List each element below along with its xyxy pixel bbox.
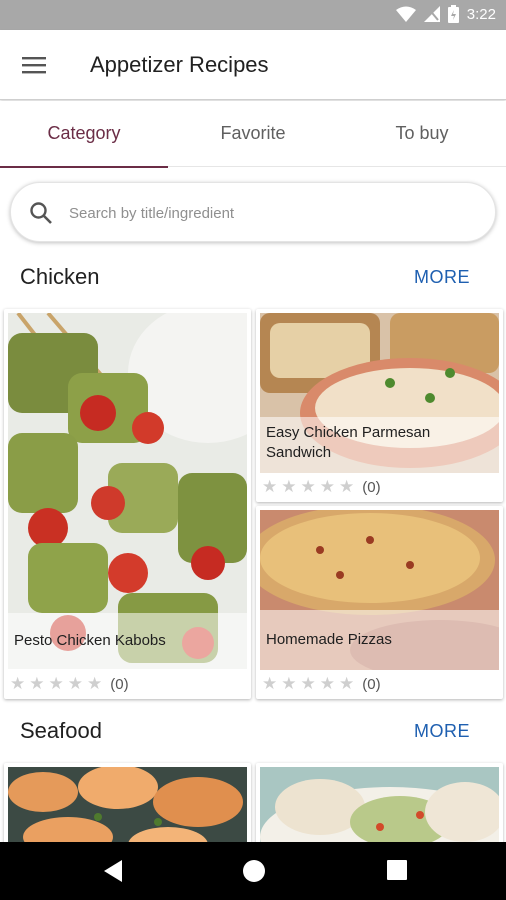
tab-category-label: Category [47, 123, 121, 143]
star-icon: ★ [10, 674, 26, 693]
star-icon: ★ [48, 674, 64, 693]
star-icon: ★ [29, 674, 45, 693]
search-icon [30, 202, 52, 224]
recipe-image-pesto-chicken-kabobs: Pesto Chicken Kabobs [8, 313, 247, 669]
star-icon: ★ [262, 674, 278, 693]
recipe-label-band: Pesto Chicken Kabobs [8, 613, 247, 669]
search-bar[interactable] [10, 182, 496, 242]
recipe-card-seafood-2[interactable] [256, 763, 503, 853]
recipe-card-easy-chicken-parmesan-sandwich[interactable]: Easy Chicken Parmesan Sandwich ★ ★ ★ ★ ★… [256, 309, 503, 502]
tab-favorite-label: Favorite [220, 123, 286, 143]
rating-count: (0) [362, 478, 381, 496]
signal-icon [423, 6, 440, 22]
tab-category[interactable]: Category [0, 101, 168, 168]
app-bar: Appetizer Recipes [0, 30, 506, 100]
recipe-card-seafood-1[interactable] [4, 763, 251, 853]
star-icon: ★ [300, 477, 316, 496]
star-icon: ★ [281, 674, 297, 693]
recipe-label-band: Homemade Pizzas [260, 610, 499, 670]
search-input[interactable] [69, 193, 469, 233]
star-icon: ★ [87, 674, 103, 693]
star-icon: ★ [67, 674, 83, 693]
recipe-image-shrimp [8, 767, 247, 853]
system-navigation-bar [0, 842, 506, 900]
rating-row: ★ ★ ★ ★ ★ (0) [262, 673, 381, 695]
recipe-card-homemade-pizzas[interactable]: Homemade Pizzas ★ ★ ★ ★ ★ (0) [256, 506, 503, 699]
recipe-image-homemade-pizzas: Homemade Pizzas [260, 510, 499, 670]
recipe-title: Easy Chicken Parmesan Sandwich [266, 424, 431, 461]
star-icon: ★ [300, 674, 316, 693]
tab-favorite[interactable]: Favorite [169, 101, 337, 167]
star-icon: ★ [281, 477, 297, 496]
recipe-card-pesto-chicken-kabobs[interactable]: Pesto Chicken Kabobs ★ ★ ★ ★ ★ (0) [4, 309, 251, 699]
section-title-seafood: Seafood [20, 718, 102, 743]
battery-icon [447, 5, 459, 23]
hamburger-menu-icon[interactable] [22, 54, 48, 76]
recipe-title: Pesto Chicken Kabobs [14, 632, 166, 649]
star-icon: ★ [262, 477, 278, 496]
tab-to-buy[interactable]: To buy [338, 101, 506, 167]
recents-icon[interactable] [386, 859, 408, 881]
recipe-image-seafood-dish [260, 767, 499, 853]
recipe-label-band: Easy Chicken Parmesan Sandwich [260, 417, 499, 473]
chicken-more-button[interactable]: MORE [414, 267, 470, 288]
recipe-title: Homemade Pizzas [266, 631, 392, 648]
seafood-more-button[interactable]: MORE [414, 721, 470, 742]
tab-to-buy-label: To buy [395, 123, 449, 143]
star-icon: ★ [319, 477, 335, 496]
rating-count: (0) [362, 675, 381, 693]
star-icon: ★ [339, 674, 355, 693]
star-icon: ★ [339, 477, 355, 496]
rating-count: (0) [110, 675, 129, 693]
status-bar: 3:22 [0, 0, 506, 30]
recipe-image-chicken-parmesan: Easy Chicken Parmesan Sandwich [260, 313, 499, 473]
home-icon[interactable] [242, 859, 266, 883]
status-icons: 3:22 [395, 5, 496, 23]
tab-active-indicator [0, 166, 168, 168]
page-title: Appetizer Recipes [90, 52, 269, 77]
rating-row: ★ ★ ★ ★ ★ (0) [10, 673, 129, 695]
star-icon: ★ [319, 674, 335, 693]
section-title-chicken: Chicken [20, 264, 100, 289]
tab-bar: Category Favorite To buy [0, 101, 506, 168]
back-icon[interactable] [102, 859, 124, 883]
rating-row: ★ ★ ★ ★ ★ (0) [262, 476, 381, 498]
wifi-icon [395, 6, 416, 22]
status-time: 3:22 [466, 5, 496, 23]
